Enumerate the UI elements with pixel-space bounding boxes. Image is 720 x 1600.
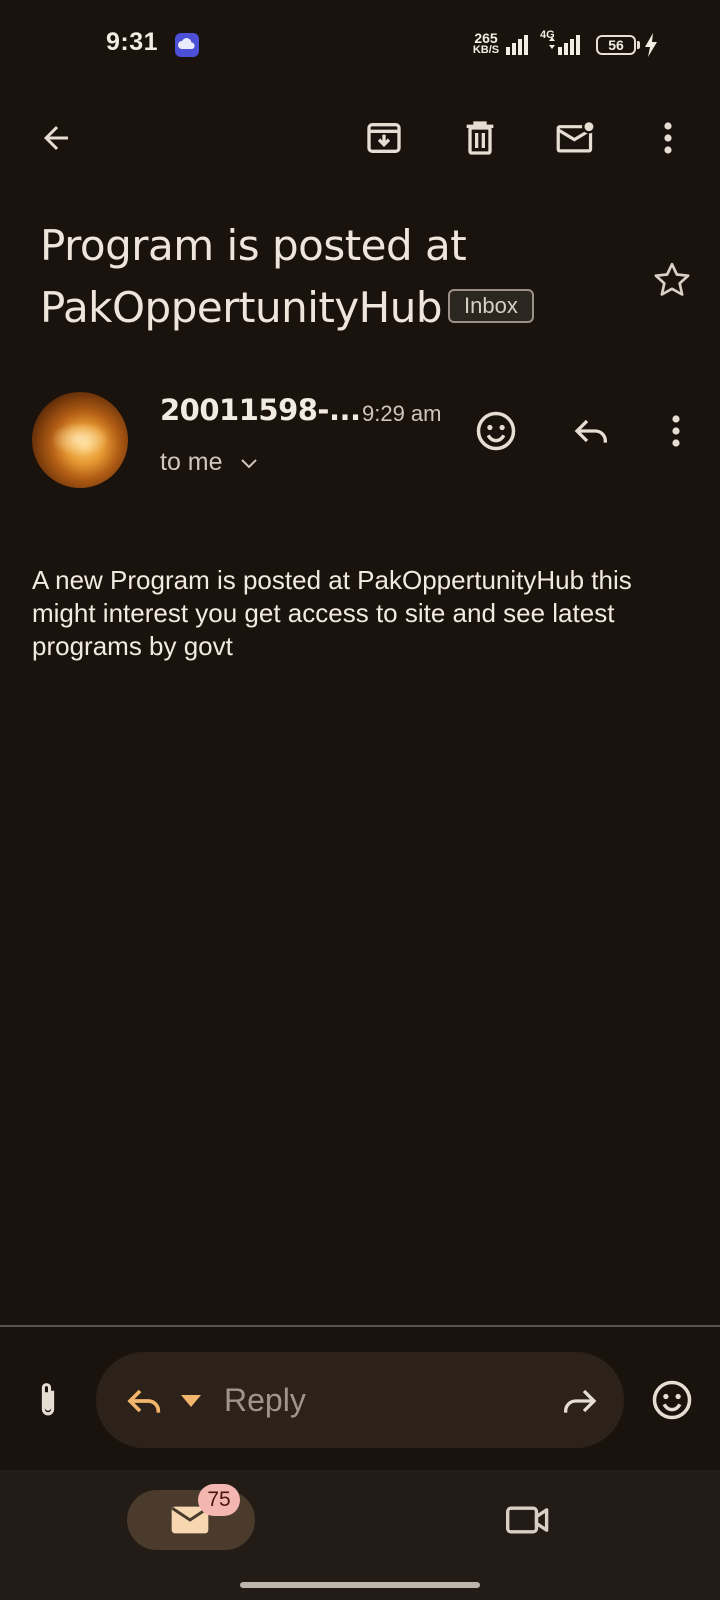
- battery-tip: [637, 41, 640, 49]
- reply-mode-dropdown[interactable]: [178, 1388, 204, 1414]
- chevron-down-icon: [240, 458, 257, 468]
- signal-icon-2: [548, 35, 582, 55]
- paperclip-icon: [41, 1383, 55, 1416]
- email-subject: Program is posted at PakOppertunityHub In…: [40, 215, 630, 339]
- sender-name[interactable]: 20011598-...: [160, 393, 361, 427]
- battery-indicator: 56: [596, 35, 636, 55]
- add-reaction-button[interactable]: [470, 405, 522, 457]
- bottom-navigation: [0, 1470, 720, 1600]
- emoji-reaction-button[interactable]: [646, 1374, 698, 1426]
- back-button[interactable]: [30, 112, 82, 164]
- more-vert-icon: [664, 122, 672, 154]
- subject-text: Program is posted at PakOppertunityHub: [40, 221, 467, 332]
- status-time: 9:31: [106, 28, 159, 56]
- emoji-icon: [476, 411, 516, 451]
- video-camera-icon: [506, 1506, 549, 1534]
- trash-icon: [466, 121, 494, 155]
- network-speed: 265 KB/S: [472, 30, 500, 56]
- sender-avatar[interactable]: [32, 392, 128, 488]
- signal-icon: [506, 35, 530, 55]
- forward-button[interactable]: [556, 1378, 602, 1424]
- recipient-details-toggle[interactable]: to me: [160, 448, 259, 477]
- reply-input[interactable]: Reply: [224, 1382, 306, 1419]
- inbox-label-chip[interactable]: Inbox: [448, 288, 534, 323]
- mail-unread-icon: [556, 119, 596, 153]
- reply-mode-button[interactable]: [122, 1378, 168, 1424]
- home-indicator[interactable]: [240, 1582, 480, 1588]
- arrow-left-icon: [44, 126, 68, 150]
- caret-down-icon: [181, 1395, 201, 1407]
- attach-button[interactable]: [24, 1374, 72, 1426]
- recipient-label: to me: [160, 448, 223, 476]
- nav-meet-tab[interactable]: [504, 1500, 552, 1540]
- delete-button[interactable]: [454, 112, 506, 164]
- archive-icon: [367, 123, 401, 153]
- archive-button[interactable]: [358, 112, 410, 164]
- weather-app-icon: [175, 33, 199, 57]
- star-button[interactable]: [646, 254, 698, 306]
- reply-bar[interactable]: [96, 1352, 624, 1448]
- unread-count-badge: 75: [198, 1484, 240, 1516]
- star-icon: [654, 262, 690, 296]
- forward-icon: [564, 1389, 597, 1413]
- divider: [0, 1325, 720, 1327]
- charging-icon: [644, 33, 658, 57]
- message-more-button[interactable]: [650, 405, 702, 457]
- email-body: A new Program is posted at PakOppertunit…: [32, 565, 632, 661]
- emoji-icon: [652, 1380, 692, 1420]
- email-time: 9:29 am: [362, 401, 442, 426]
- reply-icon: [127, 1389, 161, 1413]
- mark-unread-button[interactable]: [550, 112, 602, 164]
- reply-icon: [574, 419, 607, 443]
- more-vert-icon: [672, 415, 680, 447]
- reply-button[interactable]: [566, 405, 618, 457]
- more-options-button[interactable]: [642, 112, 694, 164]
